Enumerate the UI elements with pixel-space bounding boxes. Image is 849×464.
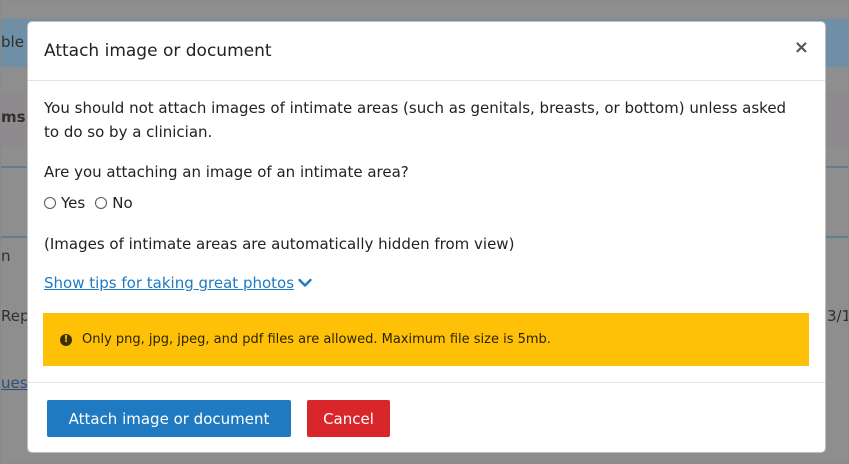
modal-footer: Attach image or document Cancel: [28, 382, 825, 453]
cancel-button[interactable]: Cancel: [307, 400, 390, 437]
background-text: 3/1: [827, 307, 849, 325]
radio-yes[interactable]: [44, 197, 56, 209]
background-text: ble: [1, 33, 24, 51]
chevron-down-icon[interactable]: [298, 274, 312, 292]
background-text: Rep: [1, 307, 30, 325]
background-link: ues: [1, 374, 28, 392]
show-tips-label[interactable]: Show tips for taking great photos: [44, 274, 294, 292]
hidden-note: (Images of intimate areas are automatica…: [44, 235, 515, 253]
warning-text: You should not attach images of intimate…: [44, 99, 787, 141]
alert-text: Only png, jpg, jpeg, and pdf files are a…: [82, 332, 551, 347]
close-icon[interactable]: ×: [794, 38, 809, 58]
background-text: ms: [1, 108, 26, 126]
radio-no-label[interactable]: No: [112, 194, 132, 212]
exclamation-circle-icon: !: [60, 333, 72, 346]
radio-no[interactable]: [95, 197, 108, 209]
modal-header: Attach image or document ×: [28, 22, 825, 81]
show-tips-link[interactable]: Show tips for taking great photos: [44, 274, 312, 292]
file-type-alert: ! Only png, jpg, jpeg, and pdf files are…: [43, 313, 809, 366]
intimate-radio-group: Yes No: [44, 194, 143, 212]
attach-button[interactable]: Attach image or document: [47, 400, 291, 437]
modal-title: Attach image or document: [44, 41, 272, 61]
background-text: n: [1, 247, 11, 265]
radio-yes-label[interactable]: Yes: [61, 194, 85, 212]
attach-modal: Attach image or document × You should no…: [27, 21, 826, 453]
intimate-question: Are you attaching an image of an intimat…: [44, 163, 409, 181]
